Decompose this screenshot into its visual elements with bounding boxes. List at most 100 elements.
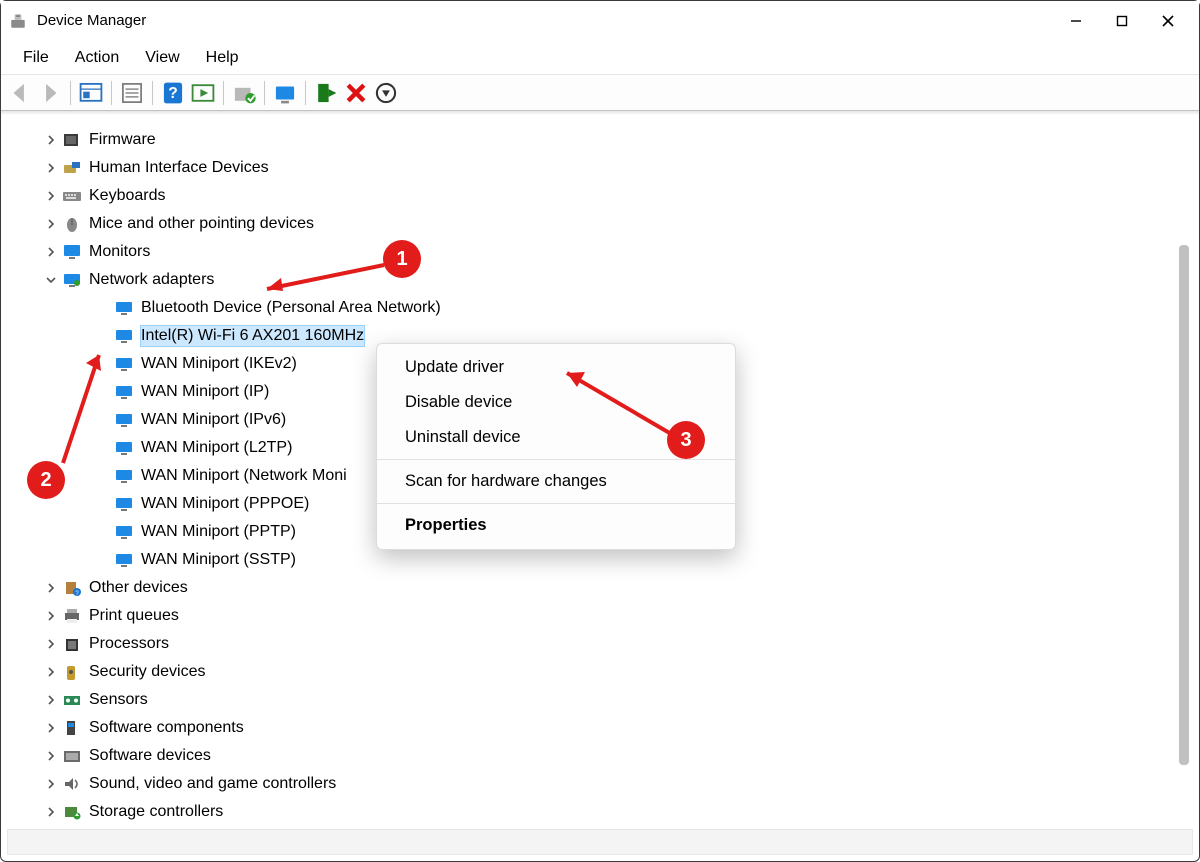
network-adapter-icon bbox=[113, 326, 135, 346]
menu-bar: File Action View Help bbox=[1, 41, 1199, 75]
device-label: WAN Miniport (Network Moni bbox=[141, 466, 347, 487]
device-label: WAN Miniport (PPPOE) bbox=[141, 494, 309, 515]
chevron-right-icon[interactable] bbox=[41, 130, 61, 150]
chevron-right-icon[interactable] bbox=[41, 242, 61, 262]
app-icon bbox=[9, 12, 27, 30]
chevron-right-icon[interactable] bbox=[41, 606, 61, 626]
category-security[interactable]: Security devices bbox=[7, 658, 1193, 686]
menu-file[interactable]: File bbox=[11, 45, 61, 71]
scrollbar-thumb[interactable] bbox=[1179, 245, 1189, 765]
category-label: Monitors bbox=[89, 242, 150, 263]
category-keyboard[interactable]: Keyboards bbox=[7, 182, 1193, 210]
update-driver-button[interactable] bbox=[231, 80, 257, 106]
device-item[interactable]: Bluetooth Device (Personal Area Network) bbox=[7, 294, 1193, 322]
category-printer[interactable]: Print queues bbox=[7, 602, 1193, 630]
network-adapter-icon bbox=[113, 494, 135, 514]
scan-hardware-button[interactable] bbox=[272, 80, 298, 106]
window-title: Device Manager bbox=[37, 12, 146, 29]
network-adapter-icon bbox=[113, 466, 135, 486]
properties-button[interactable] bbox=[119, 80, 145, 106]
category-label: Sensors bbox=[89, 690, 148, 711]
context-menu-item[interactable]: Update driver bbox=[377, 350, 735, 385]
device-label: WAN Miniport (IKEv2) bbox=[141, 354, 297, 375]
chevron-right-icon[interactable] bbox=[41, 662, 61, 682]
network-icon bbox=[61, 270, 83, 290]
network-adapter-icon bbox=[113, 382, 135, 402]
chevron-right-icon[interactable] bbox=[41, 214, 61, 234]
chevron-right-icon[interactable] bbox=[41, 158, 61, 178]
show-hide-console-tree-button[interactable] bbox=[78, 80, 104, 106]
category-cpu[interactable]: Processors bbox=[7, 630, 1193, 658]
category-storage[interactable]: Storage controllers bbox=[7, 798, 1193, 823]
network-adapter-icon bbox=[113, 354, 135, 374]
chevron-right-icon[interactable] bbox=[41, 746, 61, 766]
network-adapter-icon bbox=[113, 550, 135, 570]
mouse-icon bbox=[61, 214, 83, 234]
category-mouse[interactable]: Mice and other pointing devices bbox=[7, 210, 1193, 238]
enable-device-button[interactable] bbox=[313, 80, 339, 106]
close-button[interactable] bbox=[1145, 1, 1191, 41]
device-label: Bluetooth Device (Personal Area Network) bbox=[141, 298, 441, 319]
category-other[interactable]: ? Other devices bbox=[7, 574, 1193, 602]
category-swdev[interactable]: Software devices bbox=[7, 742, 1193, 770]
vertical-scrollbar[interactable] bbox=[1177, 125, 1191, 821]
menu-help[interactable]: Help bbox=[194, 45, 251, 71]
menu-action[interactable]: Action bbox=[63, 45, 131, 71]
device-label: WAN Miniport (PPTP) bbox=[141, 522, 296, 543]
chevron-right-icon[interactable] bbox=[41, 718, 61, 738]
svg-text:?: ? bbox=[168, 85, 178, 102]
category-network[interactable]: Network adapters bbox=[7, 266, 1193, 294]
title-bar: Device Manager bbox=[1, 1, 1199, 41]
other-icon: ? bbox=[61, 578, 83, 598]
forward-button bbox=[37, 80, 63, 106]
monitor-icon bbox=[61, 242, 83, 262]
disable-device-button[interactable] bbox=[373, 80, 399, 106]
device-item[interactable]: WAN Miniport (SSTP) bbox=[7, 546, 1193, 574]
category-label: Firmware bbox=[89, 130, 156, 151]
category-monitor[interactable]: Monitors bbox=[7, 238, 1193, 266]
network-adapter-icon bbox=[113, 298, 135, 318]
firmware-icon bbox=[61, 130, 83, 150]
device-label: WAN Miniport (L2TP) bbox=[141, 438, 292, 459]
context-menu-item[interactable]: Properties bbox=[377, 508, 735, 543]
help-button[interactable]: ? bbox=[160, 80, 186, 106]
chevron-right-icon[interactable] bbox=[41, 634, 61, 654]
device-label: WAN Miniport (SSTP) bbox=[141, 550, 296, 571]
context-menu-item[interactable]: Disable device bbox=[377, 385, 735, 420]
sound-icon bbox=[61, 774, 83, 794]
device-label: WAN Miniport (IP) bbox=[141, 382, 269, 403]
action-button[interactable] bbox=[190, 80, 216, 106]
context-menu-item[interactable]: Uninstall device bbox=[377, 420, 735, 455]
category-firmware[interactable]: Firmware bbox=[7, 126, 1193, 154]
storage-icon bbox=[61, 802, 83, 822]
category-swcomp[interactable]: Software components bbox=[7, 714, 1193, 742]
chevron-down-icon[interactable] bbox=[41, 270, 61, 290]
sensors-icon bbox=[61, 690, 83, 710]
maximize-button[interactable] bbox=[1099, 1, 1145, 41]
category-label: Print queues bbox=[89, 606, 179, 627]
network-adapter-icon bbox=[113, 522, 135, 542]
context-menu: Update driverDisable deviceUninstall dev… bbox=[376, 343, 736, 550]
hid-icon bbox=[61, 158, 83, 178]
category-label: Software components bbox=[89, 718, 244, 739]
context-menu-item[interactable]: Scan for hardware changes bbox=[377, 464, 735, 499]
minimize-button[interactable] bbox=[1053, 1, 1099, 41]
swcomp-icon bbox=[61, 718, 83, 738]
chevron-right-icon[interactable] bbox=[41, 690, 61, 710]
security-icon bbox=[61, 662, 83, 682]
chevron-right-icon[interactable] bbox=[41, 578, 61, 598]
menu-view[interactable]: View bbox=[133, 45, 191, 71]
chevron-right-icon[interactable] bbox=[41, 774, 61, 794]
toolbar: ? bbox=[1, 75, 1199, 111]
category-sound[interactable]: Sound, video and game controllers bbox=[7, 770, 1193, 798]
uninstall-device-button[interactable] bbox=[343, 80, 369, 106]
network-adapter-icon bbox=[113, 410, 135, 430]
swdev-icon bbox=[61, 746, 83, 766]
category-label: Human Interface Devices bbox=[89, 158, 269, 179]
keyboard-icon bbox=[61, 186, 83, 206]
category-hid[interactable]: Human Interface Devices bbox=[7, 154, 1193, 182]
category-sensors[interactable]: Sensors bbox=[7, 686, 1193, 714]
category-label: Other devices bbox=[89, 578, 188, 599]
chevron-right-icon[interactable] bbox=[41, 802, 61, 822]
chevron-right-icon[interactable] bbox=[41, 186, 61, 206]
